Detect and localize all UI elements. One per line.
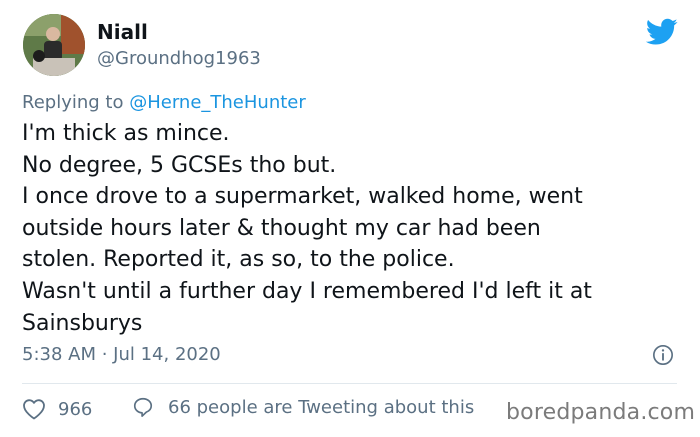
tweet-card: Niall @Groundhog1963 Replying to @Herne_… xyxy=(0,0,700,437)
replying-to: Replying to @Herne_TheHunter xyxy=(22,92,306,113)
tweet-line: I'm thick as mince. xyxy=(22,121,230,146)
avatar[interactable] xyxy=(23,14,85,76)
conversation-text: 66 people are Tweeting about this xyxy=(168,396,475,418)
tweet-line: Sainsburys xyxy=(22,310,143,336)
like-count: 966 xyxy=(58,398,93,420)
tweet-line: stolen. Reported it, as so, to the polic… xyxy=(22,247,455,273)
watermark: boredpanda.com xyxy=(506,400,696,425)
replying-prefix: Replying to xyxy=(22,92,124,113)
like-button[interactable]: 966 xyxy=(22,398,92,420)
author-name[interactable]: Niall xyxy=(97,20,148,44)
replying-handle-link[interactable]: @Herne_TheHunter xyxy=(129,92,306,113)
tweet-line: No degree, 5 GCSEs tho but. xyxy=(22,152,337,178)
speech-bubble-icon xyxy=(133,397,153,417)
twitter-bird-icon[interactable] xyxy=(646,18,678,46)
divider xyxy=(22,383,677,384)
author-handle[interactable]: @Groundhog1963 xyxy=(97,48,261,69)
tweet-line: I once drove to a supermarket, walked ho… xyxy=(22,184,583,210)
tweet-timestamp[interactable]: 5:38 AM · Jul 14, 2020 xyxy=(22,344,221,365)
tweet-line: outside hours later & thought my car had… xyxy=(22,215,541,241)
heart-icon xyxy=(23,399,45,420)
avatar-image xyxy=(23,14,85,76)
info-icon[interactable] xyxy=(652,344,674,366)
tweet-line: Wasn't until a further day I remembered … xyxy=(22,278,592,304)
tweet-text: I'm thick as mince. No degree, 5 GCSEs t… xyxy=(22,118,677,339)
conversation-link[interactable]: 66 people are Tweeting about this xyxy=(132,396,474,418)
